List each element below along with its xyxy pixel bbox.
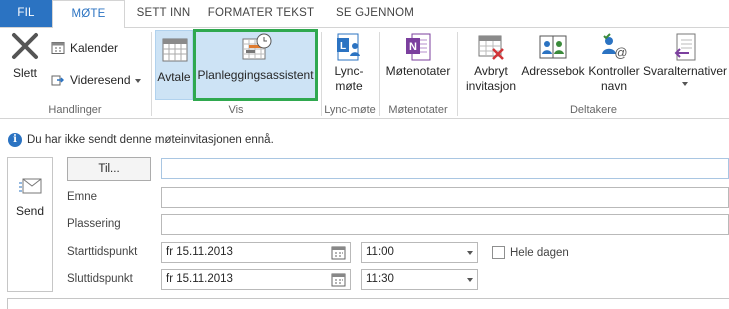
slett-button[interactable]: Slett — [6, 30, 44, 81]
tab-sett-inn[interactable]: SETT INN — [126, 0, 201, 27]
tab-se-gjennom[interactable]: SE GJENNOM — [322, 0, 428, 27]
delete-x-icon — [12, 33, 38, 59]
send-envelope-icon — [19, 178, 42, 194]
chevron-down-icon — [467, 278, 473, 282]
response-options-icon — [674, 33, 696, 61]
end-date-field[interactable]: fr 15.11.2013 — [161, 269, 351, 290]
tab-fil[interactable]: FIL — [0, 0, 52, 27]
onenote-icon: N — [406, 33, 431, 61]
avbryt-label-line2: invitasjon — [465, 79, 517, 93]
emne-label: Emne — [67, 191, 98, 203]
group-label-motenotater: Møtenotater — [388, 104, 448, 116]
avtale-button[interactable]: Avtale — [155, 30, 193, 100]
group-label-lync: Lync-møte — [324, 104, 376, 116]
lync-label-line1: Lync- — [334, 64, 364, 78]
chevron-down-icon — [467, 251, 473, 255]
start-time-select[interactable]: 11:00 — [361, 242, 478, 263]
forward-icon — [51, 75, 64, 86]
lync-label-line2: møte — [335, 79, 363, 93]
tab-formater-tekst[interactable]: FORMATER TEKST — [202, 0, 320, 27]
plassering-label: Plassering — [67, 218, 121, 230]
kalender-label: Kalender — [70, 41, 119, 55]
end-time-value: 11:30 — [366, 273, 394, 285]
planleggingsassistent-button[interactable]: Planleggingsassistent — [193, 29, 318, 101]
kontroller-label-line2: navn — [600, 79, 628, 93]
svg-text:@: @ — [614, 45, 627, 60]
videresend-button[interactable]: Videresend — [51, 70, 146, 90]
chevron-down-icon — [682, 82, 688, 86]
chevron-down-icon — [135, 79, 141, 83]
start-time-value: 11:00 — [366, 246, 394, 258]
kalender-button[interactable]: Kalender — [51, 38, 146, 58]
address-book-icon — [539, 35, 567, 59]
start-date-field[interactable]: fr 15.11.2013 — [161, 242, 351, 263]
svaralternativer-button[interactable]: Svaralternativer — [642, 30, 728, 86]
location-field[interactable] — [161, 214, 729, 235]
motenotater-button[interactable]: N Møtenotater — [382, 30, 454, 79]
avtale-label: Avtale — [157, 70, 191, 84]
adressebok-button[interactable]: Adressebok — [520, 30, 586, 79]
scheduling-assistant-icon — [242, 33, 272, 60]
check-names-icon: @ — [602, 33, 628, 60]
avbryt-label-line1: Avbryt — [474, 64, 508, 78]
adressebok-label: Adressebok — [521, 64, 585, 78]
kontroller-label-line1: Kontroller — [588, 64, 640, 78]
group-label-handlinger: Handlinger — [48, 104, 102, 116]
videresend-label: Videresend — [70, 73, 131, 87]
planleggingsassistent-label: Planleggingsassistent — [197, 68, 314, 82]
subject-field[interactable] — [161, 187, 729, 208]
end-time-label: Sluttidspunkt — [67, 273, 133, 285]
calendar-picker-icon[interactable] — [331, 273, 346, 287]
svg-text:N: N — [409, 41, 417, 53]
send-label: Send — [15, 204, 45, 218]
all-day-checkbox[interactable] — [492, 246, 505, 259]
end-date-value: fr 15.11.2013 — [166, 273, 233, 285]
motenotater-label: Møtenotater — [385, 64, 451, 78]
info-message: Du har ikke sendt denne møteinvitasjonen… — [27, 134, 274, 146]
to-field[interactable] — [161, 158, 729, 179]
kontroller-navn-button[interactable]: @ Kontroller navn — [586, 30, 642, 94]
end-time-select[interactable]: 11:30 — [361, 269, 478, 290]
ribbon-tabs: FIL MØTE SETT INN FORMATER TEKST SE GJEN… — [0, 0, 729, 28]
cancel-invitation-icon — [478, 35, 504, 60]
send-button[interactable]: Send — [7, 157, 53, 292]
tab-mote[interactable]: MØTE — [52, 0, 125, 28]
start-time-label: Starttidspunkt — [67, 246, 138, 258]
til-button[interactable]: Til... — [67, 157, 151, 181]
avbryt-invitasjon-button[interactable]: Avbryt invitasjon — [462, 30, 520, 94]
appointment-calendar-icon — [162, 38, 188, 62]
svaralternativer-label: Svaralternativer — [642, 64, 728, 78]
message-body[interactable] — [7, 298, 729, 309]
group-label-deltakere: Deltakere — [569, 104, 618, 116]
info-icon: i — [8, 133, 22, 147]
lync-icon: L — [337, 33, 360, 61]
lync-mote-button[interactable]: L Lync- møte — [326, 30, 372, 94]
calendar-picker-icon[interactable] — [331, 246, 346, 260]
all-day-label: Hele dagen — [510, 247, 569, 259]
start-date-value: fr 15.11.2013 — [166, 246, 233, 258]
group-label-vis: Vis — [228, 104, 244, 116]
ribbon: Slett Kalender Videresend Handlinger Avt… — [0, 27, 729, 119]
calendar-small-icon — [51, 42, 65, 54]
svg-text:L: L — [340, 41, 346, 52]
slett-label: Slett — [12, 66, 37, 80]
info-bar: i Du har ikke sendt denne møteinvitasjon… — [0, 130, 729, 150]
